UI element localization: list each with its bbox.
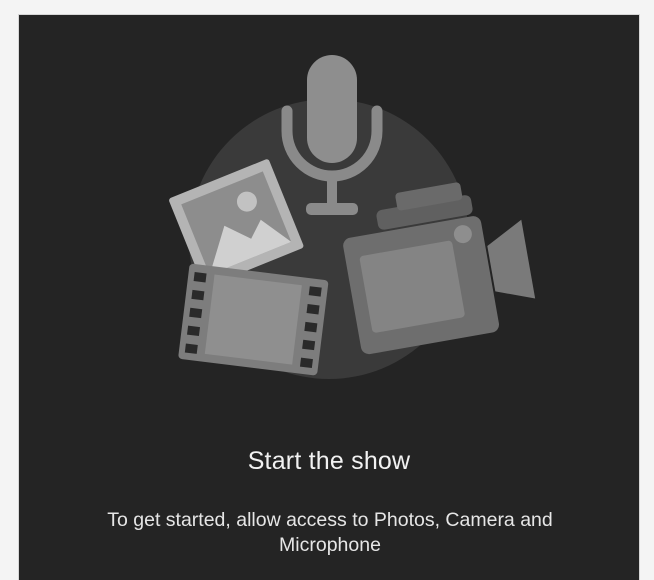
media-illustration <box>169 55 536 379</box>
permission-onboarding-card: Start the show To get started, allow acc… <box>18 14 640 580</box>
onboarding-title: Start the show <box>247 447 411 475</box>
film-strip-icon <box>178 263 329 376</box>
onboarding-description: To get started, allow access to Photos, … <box>107 509 553 556</box>
screen: Start the show To get started, allow acc… <box>0 0 654 580</box>
